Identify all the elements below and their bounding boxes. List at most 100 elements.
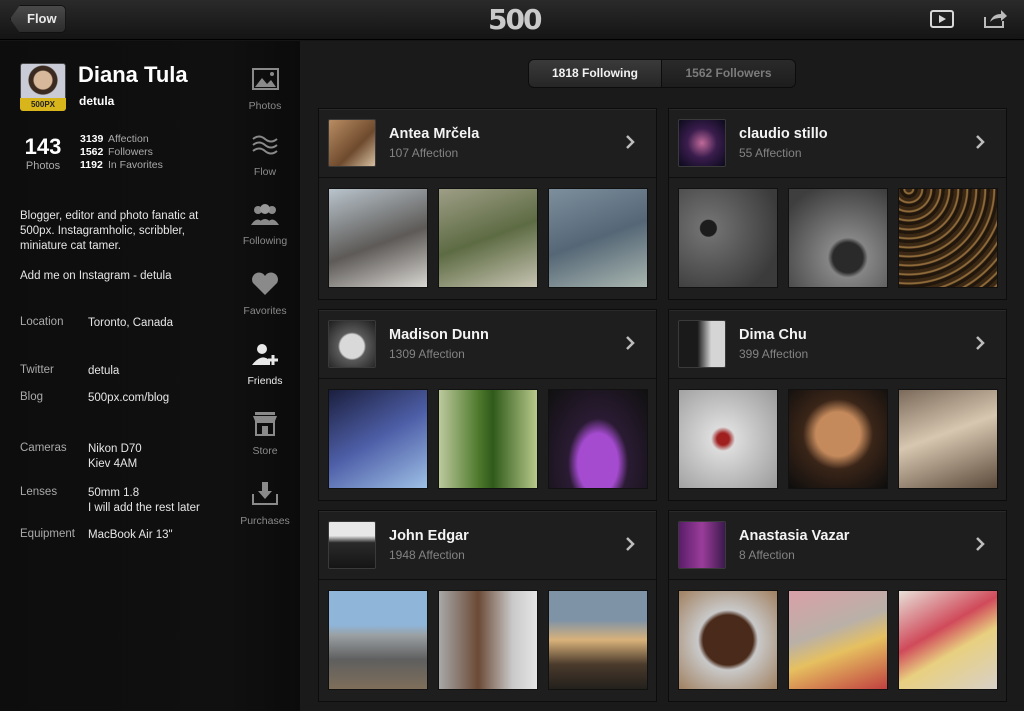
nav-photos[interactable]: Photos bbox=[236, 66, 294, 112]
card-avatar[interactable] bbox=[328, 119, 376, 167]
photo-thumbnail[interactable] bbox=[898, 188, 998, 288]
photo-thumbnail[interactable] bbox=[438, 590, 538, 690]
card-name[interactable]: Anastasia Vazar bbox=[739, 528, 849, 544]
card-avatar[interactable] bbox=[678, 521, 726, 569]
nav-photos-label: Photos bbox=[248, 100, 282, 112]
photos-icon bbox=[252, 68, 279, 90]
photo-thumbnail[interactable] bbox=[788, 389, 888, 489]
user-name: Diana Tula bbox=[78, 62, 188, 87]
location-label: Location bbox=[20, 316, 64, 328]
nav-favorites-label: Favorites bbox=[243, 305, 287, 317]
bio-text: Blogger, editor and photo fanatic at 500… bbox=[20, 210, 199, 252]
store-icon bbox=[253, 412, 277, 436]
card-affection: 107 Affection bbox=[389, 146, 459, 160]
play-icon[interactable] bbox=[929, 8, 955, 30]
stat-affection: 3139 Affection bbox=[80, 133, 149, 145]
photo-thumbnail[interactable] bbox=[548, 590, 648, 690]
pro-badge: 500PX bbox=[20, 98, 66, 111]
follow-toggle: 1818 Following 1562 Followers bbox=[528, 59, 796, 88]
card-name[interactable]: claudio stillo bbox=[739, 126, 828, 142]
chevron-right-icon[interactable] bbox=[974, 134, 986, 150]
nav-purchases[interactable]: Purchases bbox=[236, 481, 294, 527]
card-affection: 1948 Affection bbox=[389, 548, 465, 562]
photo-thumbnail[interactable] bbox=[678, 188, 778, 288]
nav-flow-label: Flow bbox=[253, 166, 277, 178]
heart-icon bbox=[252, 272, 278, 295]
back-button[interactable]: Flow bbox=[10, 5, 66, 33]
blog-label: Blog bbox=[20, 391, 44, 403]
nav-flow[interactable]: Flow bbox=[236, 132, 294, 178]
lenses-value: 50mm 1.8 I will add the rest later bbox=[88, 487, 200, 514]
stat-favorites: 1192 In Favorites bbox=[80, 159, 163, 171]
photo-thumbnail[interactable] bbox=[678, 389, 778, 489]
person-card[interactable]: Dima Chu 399 Affection bbox=[668, 309, 1007, 501]
card-name[interactable]: Dima Chu bbox=[739, 327, 807, 343]
photo-thumbnail[interactable] bbox=[548, 188, 648, 288]
photo-thumbnail[interactable] bbox=[898, 590, 998, 690]
twitter-link[interactable]: detula bbox=[88, 364, 119, 379]
photo-thumbnail[interactable] bbox=[328, 188, 428, 288]
card-header: Anastasia Vazar 8 Affection bbox=[669, 511, 1006, 580]
photo-thumbnail[interactable] bbox=[678, 590, 778, 690]
card-header: Madison Dunn 1309 Affection bbox=[319, 310, 656, 379]
photo-thumbnail[interactable] bbox=[788, 188, 888, 288]
person-card[interactable]: claudio stillo 55 Affection bbox=[668, 108, 1007, 300]
nav-favorites[interactable]: Favorites bbox=[236, 271, 294, 317]
cameras-label: Cameras bbox=[20, 442, 67, 454]
flow-icon bbox=[252, 135, 278, 155]
chevron-right-icon[interactable] bbox=[624, 335, 636, 351]
chevron-right-icon[interactable] bbox=[974, 335, 986, 351]
equipment-value: MacBook Air 13" bbox=[88, 529, 173, 541]
photos-count[interactable]: 143 bbox=[22, 134, 64, 160]
photo-thumbnail[interactable] bbox=[328, 389, 428, 489]
tab-followers[interactable]: 1562 Followers bbox=[661, 60, 795, 87]
card-avatar[interactable] bbox=[678, 320, 726, 368]
blog-link[interactable]: 500px.com/blog bbox=[88, 391, 169, 406]
card-name[interactable]: Madison Dunn bbox=[389, 327, 489, 343]
user-handle: detula bbox=[79, 94, 115, 108]
card-name[interactable]: John Edgar bbox=[389, 528, 469, 544]
card-affection: 8 Affection bbox=[739, 548, 795, 562]
lenses-label: Lenses bbox=[20, 486, 58, 498]
card-avatar[interactable] bbox=[678, 119, 726, 167]
stat-followers[interactable]: 1562 Followers bbox=[80, 146, 153, 158]
card-header: Antea Mrčela 107 Affection bbox=[319, 109, 656, 178]
card-name[interactable]: Antea Mrčela bbox=[389, 126, 479, 142]
person-card[interactable]: Antea Mrčela 107 Affection bbox=[318, 108, 657, 300]
location-value: Toronto, Canada bbox=[88, 317, 174, 329]
person-card[interactable]: John Edgar 1948 Affection bbox=[318, 510, 657, 702]
photo-thumbnail[interactable] bbox=[898, 389, 998, 489]
photo-thumbnail[interactable] bbox=[328, 590, 428, 690]
top-bar: Flow 500 bbox=[0, 0, 1024, 40]
card-header: Dima Chu 399 Affection bbox=[669, 310, 1006, 379]
card-affection: 399 Affection bbox=[739, 347, 809, 361]
card-affection: 55 Affection bbox=[739, 146, 802, 160]
nav-purchases-label: Purchases bbox=[240, 515, 290, 527]
card-affection: 1309 Affection bbox=[389, 347, 465, 361]
twitter-label: Twitter bbox=[20, 364, 54, 376]
add-friend-icon bbox=[252, 344, 278, 365]
nav-friends-label: Friends bbox=[247, 375, 283, 387]
photo-thumbnail[interactable] bbox=[438, 188, 538, 288]
nav-store[interactable]: Store bbox=[236, 411, 294, 457]
instagram-text: Add me on Instagram - detula bbox=[20, 270, 172, 282]
person-card[interactable]: Madison Dunn 1309 Affection bbox=[318, 309, 657, 501]
chevron-right-icon[interactable] bbox=[624, 536, 636, 552]
chevron-right-icon[interactable] bbox=[974, 536, 986, 552]
nav-following[interactable]: Following bbox=[236, 201, 294, 247]
equipment-label: Equipment bbox=[20, 528, 75, 540]
share-icon[interactable] bbox=[982, 8, 1008, 30]
cameras-value: Nikon D70 Kiev 4AM bbox=[88, 443, 142, 470]
logo: 500 bbox=[488, 3, 542, 36]
photo-thumbnail[interactable] bbox=[438, 389, 538, 489]
nav-store-label: Store bbox=[252, 445, 278, 457]
card-avatar[interactable] bbox=[328, 320, 376, 368]
photo-thumbnail[interactable] bbox=[548, 389, 648, 489]
card-header: John Edgar 1948 Affection bbox=[319, 511, 656, 580]
card-avatar[interactable] bbox=[328, 521, 376, 569]
photo-thumbnail[interactable] bbox=[788, 590, 888, 690]
nav-friends[interactable]: Friends bbox=[236, 341, 294, 387]
chevron-right-icon[interactable] bbox=[624, 134, 636, 150]
person-card[interactable]: Anastasia Vazar 8 Affection bbox=[668, 510, 1007, 702]
tab-following[interactable]: 1818 Following bbox=[529, 60, 661, 87]
